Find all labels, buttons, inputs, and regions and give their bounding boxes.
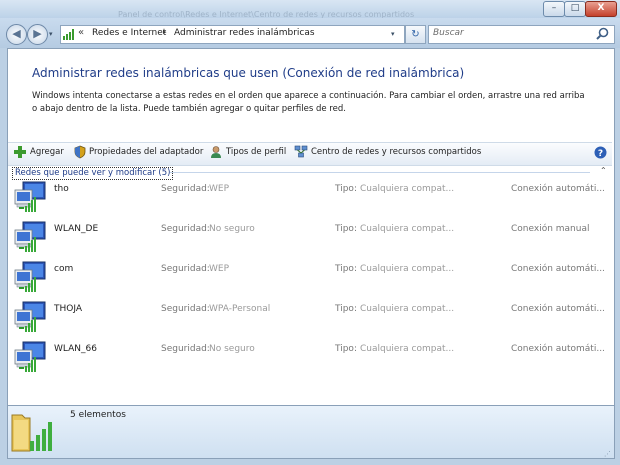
user-icon[interactable] (209, 145, 223, 159)
breadcrumb-separator-icon[interactable]: ▸ (163, 28, 167, 36)
help-icon[interactable]: ? (594, 146, 607, 159)
connection-mode: Conexión automáti... (511, 304, 605, 314)
security-value: WEP (209, 184, 230, 194)
close-button[interactable]: X (585, 1, 617, 17)
connection-mode: Conexión automáti... (511, 264, 605, 274)
svg-text:?: ? (598, 149, 603, 159)
page-title: Administrar redes inalámbricas que usen … (32, 66, 465, 80)
security-value: WEP (209, 264, 230, 274)
add-icon[interactable] (13, 145, 27, 159)
security-label: Seguridad: (161, 224, 210, 234)
type-label: Tipo: (335, 304, 357, 314)
type-value: Cualquiera compat... (360, 224, 455, 234)
adapter-properties-button[interactable]: Propiedades del adaptador (89, 147, 203, 157)
network-name: THOJA (54, 304, 83, 314)
group-divider (170, 172, 590, 173)
type-value: Cualquiera compat... (360, 184, 455, 194)
type-label: Tipo: (335, 344, 357, 354)
network-bars-icon (63, 29, 74, 40)
connection-mode: Conexión automáti... (511, 344, 605, 354)
type-label: Tipo: (335, 224, 357, 234)
forward-button[interactable]: ▶ (27, 24, 48, 45)
shield-icon[interactable] (73, 145, 87, 159)
network-center-link[interactable]: Centro de redes y recursos compartidos (311, 147, 481, 157)
breadcrumb-redes-e-internet[interactable]: Redes e Internet (92, 28, 166, 38)
search-placeholder: Buscar (433, 28, 464, 38)
page-description: Windows intenta conectarse a estas redes… (32, 91, 585, 114)
network-name: tho (54, 184, 69, 194)
type-value: Cualquiera compat... (360, 304, 455, 314)
network-name: WLAN_66 (54, 344, 97, 354)
network-center-icon[interactable] (294, 145, 308, 159)
security-label: Seguridad: (161, 264, 210, 274)
type-value: Cualquiera compat... (360, 344, 455, 354)
type-value: Cualquiera compat... (360, 264, 455, 274)
search-icon[interactable] (596, 27, 609, 40)
maximize-button[interactable]: □ (564, 1, 586, 17)
wireless-network-icon (14, 261, 46, 292)
wireless-folder-icon (11, 414, 52, 452)
address-overflow-button[interactable]: « (78, 27, 84, 38)
security-label: Seguridad: (161, 304, 210, 314)
connection-mode: Conexión automáti... (511, 184, 605, 194)
security-label: Seguridad: (161, 344, 210, 354)
recent-pages-dropdown[interactable]: ▾ (49, 30, 53, 38)
minimize-button[interactable]: – (543, 1, 565, 17)
type-label: Tipo: (335, 184, 357, 194)
breadcrumb-current-page[interactable]: Administrar redes inalámbricas (174, 28, 315, 38)
collapse-group-icon[interactable]: ⌃ (600, 166, 607, 175)
refresh-button[interactable]: ↻ (405, 25, 426, 44)
group-header[interactable]: Redes que puede ver y modificar (5) (12, 167, 174, 180)
connection-mode: Conexión manual (511, 224, 590, 234)
type-label: Tipo: (335, 264, 357, 274)
network-name: WLAN_DE (54, 224, 99, 234)
item-count: 5 elementos (70, 410, 126, 420)
add-button[interactable]: Agregar (30, 147, 64, 157)
security-value: No seguro (209, 344, 255, 354)
network-name: com (54, 264, 74, 274)
wireless-network-icon (14, 341, 46, 372)
address-dropdown-button[interactable]: ▾ (391, 30, 395, 38)
security-label: Seguridad: (161, 184, 210, 194)
wireless-network-icon (14, 301, 46, 332)
security-value: No seguro (209, 224, 255, 234)
wireless-network-icon (14, 221, 46, 252)
wireless-network-icon (14, 181, 46, 212)
profile-types-button[interactable]: Tipos de perfil (226, 147, 286, 157)
back-button[interactable]: ◀ (6, 24, 27, 45)
security-value: WPA-Personal (209, 304, 271, 314)
resize-grip-icon[interactable]: ⋰ (604, 450, 611, 458)
